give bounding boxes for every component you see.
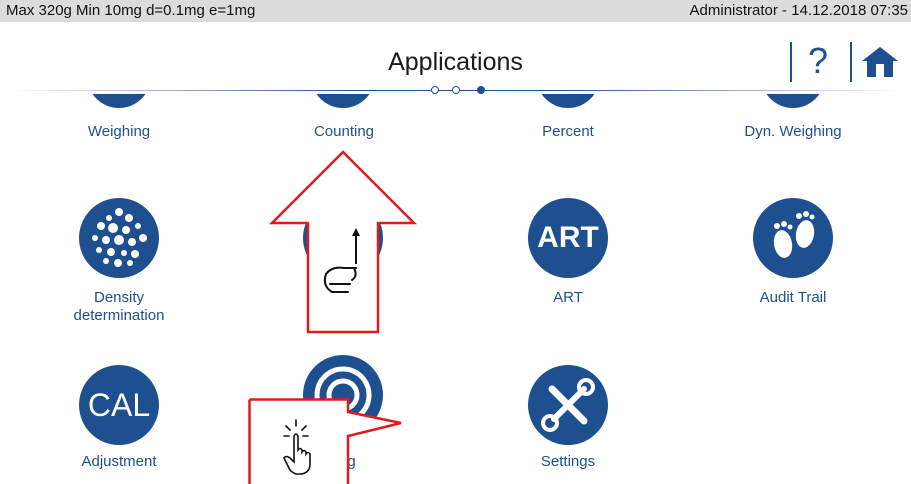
- user-datetime: Administrator - 14.12.2018 07:35: [689, 2, 908, 19]
- header: Applications ?: [0, 22, 911, 94]
- counting-icon[interactable]: [311, 94, 375, 116]
- audit-trail-label[interactable]: Audit Trail: [713, 289, 873, 307]
- percent-icon[interactable]: [536, 94, 600, 116]
- art-icon: ART: [537, 221, 599, 254]
- home-button[interactable]: [862, 47, 898, 82]
- weighing-icon[interactable]: [87, 94, 151, 116]
- weighing-label[interactable]: Weighing: [39, 123, 199, 141]
- settings-label[interactable]: Settings: [488, 453, 648, 471]
- page-dot-3-active[interactable]: [477, 86, 485, 94]
- adjustment-label[interactable]: Adjustment: [39, 453, 199, 471]
- density-button[interactable]: [79, 198, 159, 278]
- counting-label[interactable]: Counting: [264, 123, 424, 141]
- dyn-weighing-icon[interactable]: [761, 94, 825, 116]
- adjustment-button[interactable]: CAL: [79, 365, 159, 445]
- help-button[interactable]: ?: [808, 39, 828, 83]
- footprints-icon: [773, 211, 815, 258]
- density-icon: [92, 208, 147, 267]
- swipe-up-arrow-annotation: [268, 150, 418, 334]
- home-icon: [862, 47, 898, 77]
- page-dot-2[interactable]: [452, 86, 460, 94]
- header-divider: [790, 42, 792, 82]
- tools-icon: [541, 378, 595, 432]
- audit-trail-button[interactable]: [753, 198, 833, 278]
- balance-specs: Max 320g Min 10mg d=0.1mg e=1mg: [6, 2, 256, 19]
- percent-label[interactable]: Percent: [488, 123, 648, 141]
- art-button[interactable]: ART: [528, 198, 608, 278]
- tap-callout-annotation: [248, 398, 402, 484]
- status-bar: Max 320g Min 10mg d=0.1mg e=1mg Administ…: [0, 0, 911, 22]
- page-title: Applications: [388, 48, 523, 76]
- header-divider: [850, 42, 852, 82]
- dyn-weighing-label[interactable]: Dyn. Weighing: [713, 123, 873, 141]
- density-label[interactable]: Density determination: [39, 289, 199, 325]
- cal-icon: CAL: [87, 387, 151, 423]
- settings-button[interactable]: [528, 365, 608, 445]
- art-label[interactable]: ART: [488, 289, 648, 307]
- page-dot-1[interactable]: [431, 86, 439, 94]
